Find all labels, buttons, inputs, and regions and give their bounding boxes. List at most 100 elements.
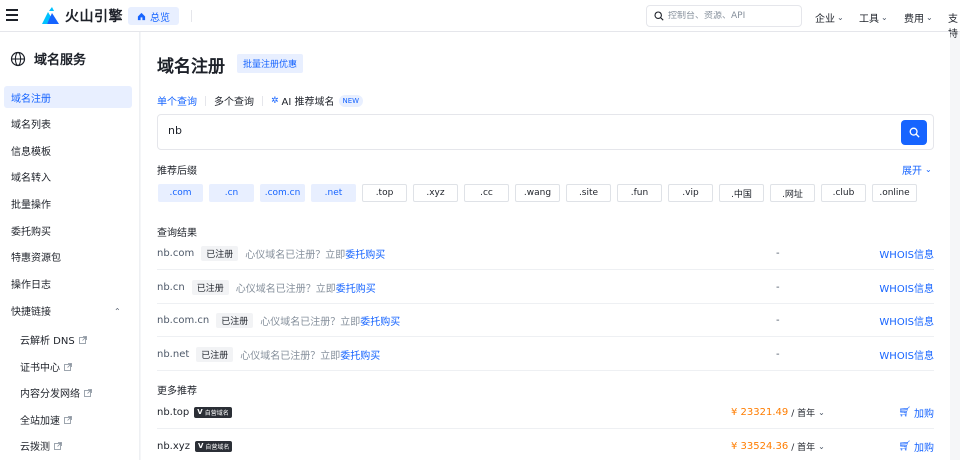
price-selector[interactable]: ¥ 33524.36/ 首年 ⌄ [731, 440, 825, 453]
quick-link-acceleration[interactable]: 全站加速 [20, 412, 72, 427]
suffix-chip[interactable]: .xyz [413, 184, 458, 202]
sidebar-item-label: 特惠资源包 [11, 252, 61, 264]
nav-label: 工具 [859, 14, 879, 25]
price-selector[interactable]: ¥ 23321.49/ 首年 ⌄ [731, 406, 825, 419]
suffix-chip[interactable]: .网址 [770, 184, 815, 202]
tab-multi-query[interactable]: 多个查询 [214, 93, 254, 108]
sidebar-item-domain-register[interactable]: 域名注册 [4, 86, 132, 108]
tab-ai-recommend[interactable]: ✲ AI 推荐域名 NEW [271, 93, 364, 108]
add-to-cart-button[interactable]: 🛒︎ 加购 [898, 405, 934, 420]
result-row: nb.com.cn 已注册 心仪域名已注册？立即委托购买 - WHOIS信息 [157, 304, 934, 337]
domain-search-box[interactable] [157, 114, 934, 150]
bulk-discount-tag[interactable]: 批量注册优惠 [237, 54, 304, 73]
chevron-up-icon[interactable]: ⌃ [114, 307, 121, 316]
sidebar-item-label: 信息模板 [11, 146, 51, 158]
whois-link[interactable]: WHOIS信息 [879, 313, 934, 328]
sidebar-item-label: 域名注册 [11, 93, 51, 105]
add-to-cart-label: 加购 [914, 408, 934, 420]
result-price: - [776, 281, 780, 293]
nav-enterprise[interactable]: 企业 ⌄ [815, 10, 844, 25]
tag-text: 自营域名 [205, 443, 230, 451]
chevron-down-icon: ⌄ [925, 165, 932, 174]
nav-billing[interactable]: 费用 ⌄ [904, 10, 933, 25]
quick-link-label: 内容分发网络 [20, 389, 80, 400]
sidebar-item-label: 委托购买 [11, 226, 51, 238]
external-link-icon [84, 388, 92, 397]
suffix-chip[interactable]: .cn [209, 184, 254, 202]
quick-link-certificates[interactable]: 证书中心 [20, 359, 72, 374]
hint-text: 心仪域名已注册？立即 [260, 316, 361, 328]
sidebar-title: 域名服务 [34, 53, 87, 68]
chevron-down-icon: ⌄ [818, 441, 825, 451]
sidebar-item-quick-links[interactable]: 快捷链接 [4, 299, 132, 321]
suffix-chip[interactable]: .com [158, 184, 203, 202]
cart-icon: 🛒︎ [898, 406, 911, 418]
v-icon: V [197, 442, 204, 450]
suffix-chip[interactable]: .vip [668, 184, 713, 202]
result-domain: nb.cn [157, 281, 185, 293]
v-icon: V [197, 408, 203, 416]
whois-link[interactable]: WHOIS信息 [879, 347, 934, 362]
quick-link-label: 全站加速 [20, 416, 60, 427]
search-button[interactable] [901, 120, 927, 145]
quick-link-label: 云拨测 [20, 442, 50, 453]
expand-button[interactable]: 展开 ⌄ [902, 162, 932, 177]
quick-link-dial-test[interactable]: 云拨测 [20, 438, 62, 453]
whois-link[interactable]: WHOIS信息 [879, 280, 934, 295]
volcano-logo-icon [42, 7, 59, 24]
brand-logo[interactable]: 火山引擎 [40, 6, 123, 26]
hint-text: 心仪域名已注册？立即 [245, 249, 346, 261]
suffix-chip[interactable]: .online [872, 184, 917, 202]
tab-single-query[interactable]: 单个查询 [157, 93, 197, 108]
suffix-chip[interactable]: .com.cn [260, 184, 305, 202]
sidebar-item-info-template[interactable]: 信息模板 [4, 139, 132, 161]
home-button[interactable]: 总览 [128, 7, 179, 25]
self-owned-tag: V 自营域名 [194, 440, 233, 452]
tag-text: 自营域名 [204, 409, 229, 417]
divider [191, 10, 192, 22]
sidebar-item-batch-ops[interactable]: 批量操作 [4, 192, 132, 214]
result-domain: nb.com.cn [157, 314, 210, 326]
sidebar-header: 域名服务 [10, 49, 86, 68]
registered-badge: 已注册 [216, 312, 254, 328]
quick-link-cdn[interactable]: 内容分发网络 [20, 385, 92, 400]
suffix-chip[interactable]: .中国 [719, 184, 764, 202]
suffix-chip[interactable]: .cc [464, 184, 509, 202]
sidebar-item-label: 域名列表 [11, 119, 51, 131]
add-to-cart-button[interactable]: 🛒︎ 加购 [898, 439, 934, 454]
suffix-chip[interactable]: .top [362, 184, 407, 202]
quick-link-dns[interactable]: 云解析 DNS [20, 332, 87, 347]
menu-icon[interactable] [6, 9, 18, 23]
quick-link-label: 云解析 DNS [20, 336, 75, 347]
suffix-chip[interactable]: .fun [617, 184, 662, 202]
global-search-input[interactable] [668, 11, 798, 21]
result-hint: 心仪域名已注册？立即委托购买 [240, 347, 380, 362]
domain-search-input[interactable] [168, 124, 868, 137]
whois-link[interactable]: WHOIS信息 [879, 246, 934, 261]
price-period: / 首年 [791, 442, 816, 453]
suffix-chip[interactable]: .club [821, 184, 866, 202]
sidebar-item-label: 快捷链接 [11, 306, 51, 318]
sidebar-item-domain-list[interactable]: 域名列表 [4, 112, 132, 134]
broker-purchase-link[interactable]: 委托购买 [336, 284, 376, 295]
nav-tools[interactable]: 工具 ⌄ [859, 10, 888, 25]
suffix-chip[interactable]: .wang [515, 184, 560, 202]
broker-purchase-link[interactable]: 委托购买 [360, 317, 400, 328]
broker-purchase-link[interactable]: 委托购买 [345, 250, 385, 261]
sidebar-item-operation-log[interactable]: 操作日志 [4, 272, 132, 294]
external-link-icon [64, 415, 72, 424]
globe-icon [10, 51, 26, 66]
sidebar-item-domain-transfer[interactable]: 域名转入 [4, 165, 132, 187]
cart-icon: 🛒︎ [898, 440, 911, 452]
sidebar-item-broker-purchase[interactable]: 委托购买 [4, 219, 132, 241]
external-link-icon [78, 335, 87, 344]
chevron-down-icon: ⌄ [881, 13, 888, 22]
broker-purchase-link[interactable]: 委托购买 [340, 351, 380, 362]
sidebar-item-resource-packs[interactable]: 特惠资源包 [4, 245, 132, 267]
tab-label: AI 推荐域名 [281, 97, 335, 108]
suffix-chip[interactable]: .net [311, 184, 356, 202]
suffix-chip[interactable]: .site [566, 184, 611, 202]
global-search[interactable] [646, 5, 802, 27]
registered-badge: 已注册 [191, 279, 229, 295]
hint-text: 心仪域名已注册？立即 [235, 283, 336, 295]
